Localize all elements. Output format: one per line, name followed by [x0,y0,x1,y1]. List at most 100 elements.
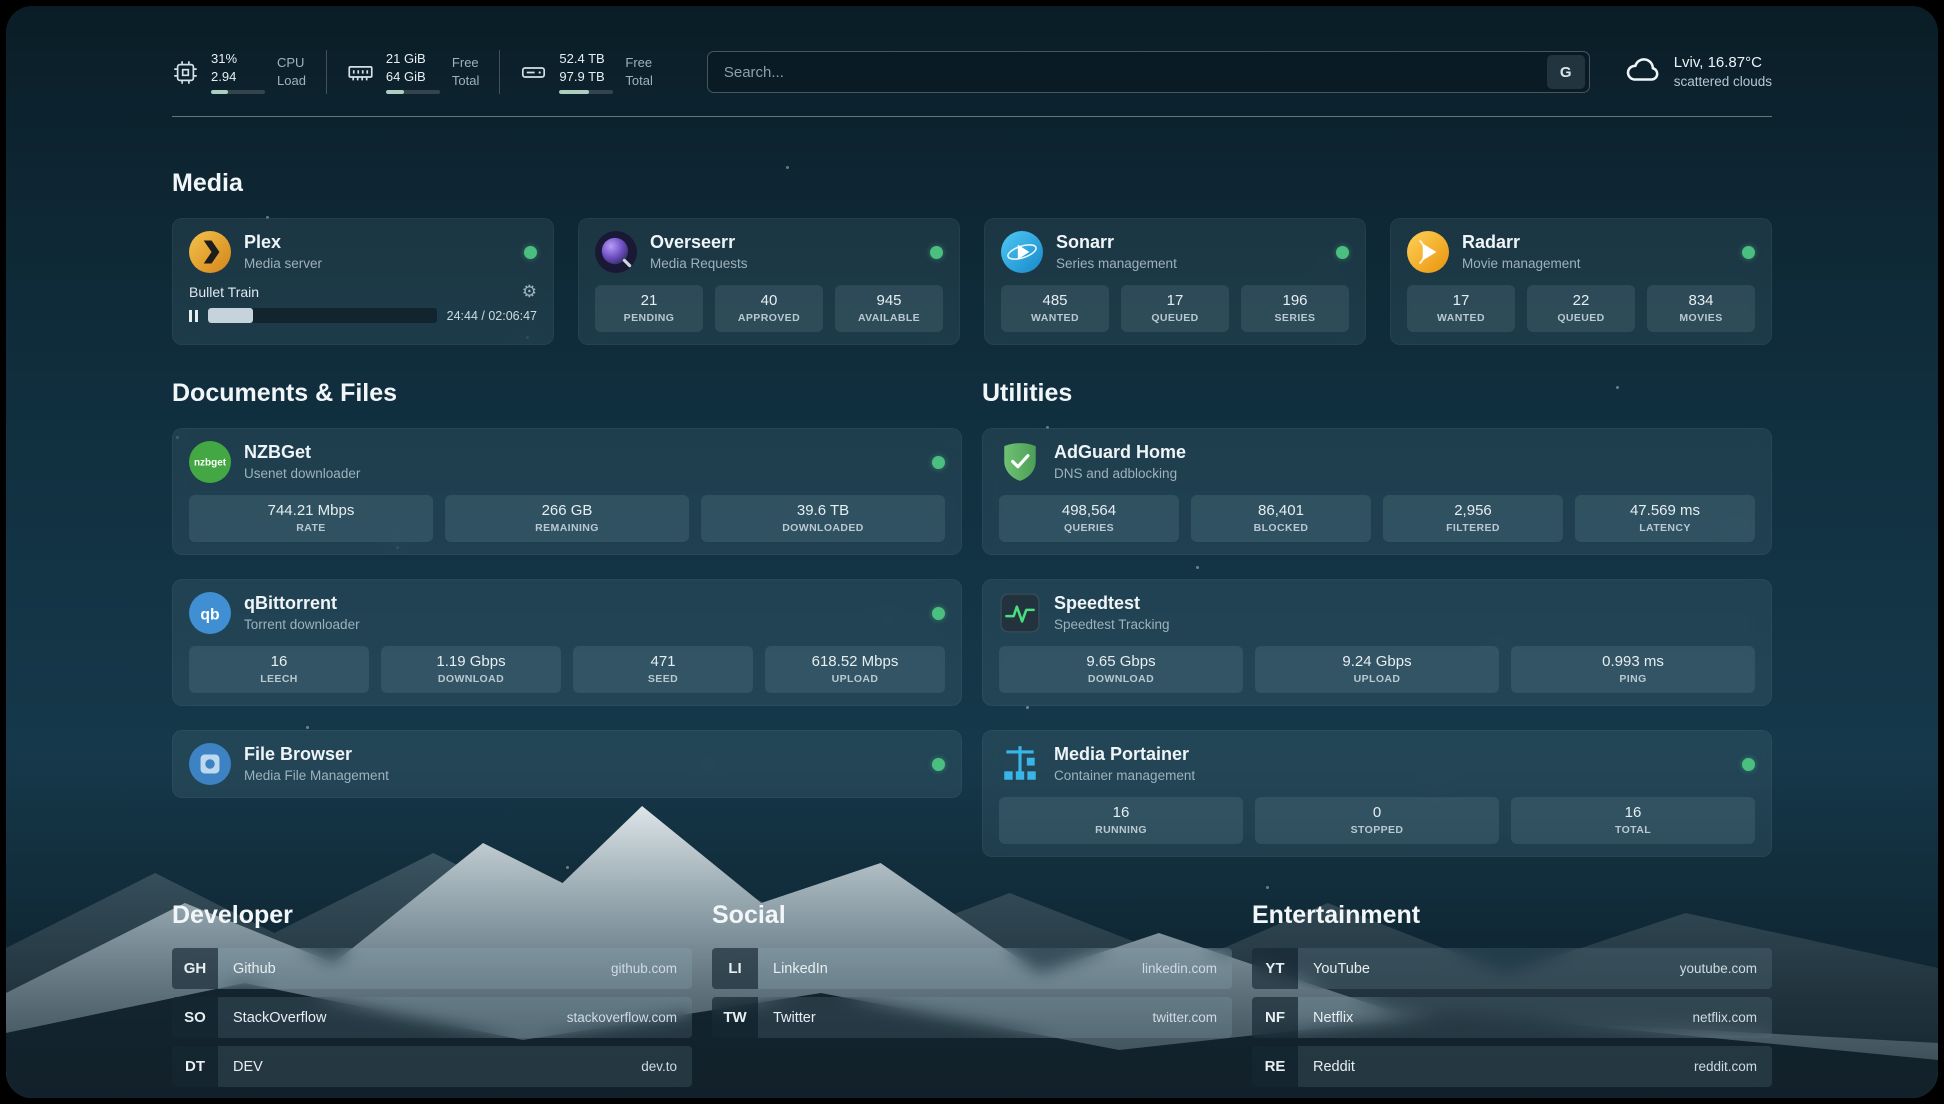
ram-labels: Free Total [452,54,479,89]
stat-label: WANTED [1411,312,1511,324]
cpu-values: 31% 2.94 [211,50,265,93]
stat-box: 485WANTED [1001,285,1109,332]
dashboard-screen: 31% 2.94 CPU Load 21 GiB 64 GiB [6,6,1938,1098]
app-card-radarr[interactable]: Radarr Movie management 17WANTED 22QUEUE… [1390,218,1772,345]
app-subtitle: Movie management [1462,256,1581,273]
bookmark-stackoverflow[interactable]: SO StackOverflow stackoverflow.com [172,997,692,1038]
now-playing-title: Bullet Train [189,284,259,300]
app-card-adguard[interactable]: AdGuard Home DNS and adblocking 498,564Q… [982,428,1772,555]
app-card-plex[interactable]: Plex Media server Bullet Train ⚙ 24:44 /… [172,218,554,345]
app-title: AdGuard Home [1054,441,1186,464]
header-divider [172,116,1772,117]
stat-box: 618.52 Mbps UPLOAD [765,646,945,693]
stat-label: PING [1515,673,1751,685]
stat-box: 9.24 GbpsUPLOAD [1255,646,1499,693]
bookmark-url: reddit.com [1694,1059,1772,1074]
stat-label: UPLOAD [769,673,941,685]
pause-button[interactable] [189,310,198,322]
bookmark-url: linkedin.com [1142,961,1232,976]
app-subtitle: DNS and adblocking [1054,466,1186,483]
stat-box: 17 WANTED [1407,285,1515,332]
app-title: Plex [244,231,322,254]
stat-label: SERIES [1245,312,1345,324]
gear-icon[interactable]: ⚙ [522,283,537,300]
stat-label: BLOCKED [1195,522,1367,534]
status-indicator [1336,246,1349,259]
adguard-icon [999,441,1041,483]
stat-box: 498,564QUERIES [999,495,1179,542]
sonarr-icon [1001,231,1043,273]
app-card-filebrowser[interactable]: File Browser Media File Management [172,730,962,798]
stat-box: 0.993 msPING [1511,646,1755,693]
disk-labels: Free Total [625,54,652,89]
stat-box: 22QUEUED [1527,285,1635,332]
stat-value: 945 [839,292,939,309]
stat-value: 86,401 [1195,502,1367,519]
bookmark-twitter[interactable]: TW Twitter twitter.com [712,997,1232,1038]
app-card-qbittorrent[interactable]: qb qBittorrent Torrent downloader 16LEEC… [172,579,962,706]
app-subtitle: Series management [1056,256,1177,273]
bookmark-reddit[interactable]: RE Reddit reddit.com [1252,1046,1772,1087]
weather-widget[interactable]: Lviv, 16.87°C scattered clouds [1624,51,1772,94]
stat-value: 498,564 [1003,502,1175,519]
stat-label: RATE [193,522,429,534]
app-card-nzbget[interactable]: nzbget NZBGet Usenet downloader 744.21 M… [172,428,962,555]
stat-box: 47.569 msLATENCY [1575,495,1755,542]
ram-progress-bar [386,90,440,94]
stat-label: QUEUED [1531,312,1631,324]
weather-location: Lviv, 16.87°C [1674,52,1772,73]
stat-box: 17QUEUED [1121,285,1229,332]
disk-stat-widget: 52.4 TB 97.9 TB Free Total [499,50,672,93]
section-title-documents: Documents & Files [172,379,962,408]
search-engine-button[interactable]: G [1547,55,1585,89]
stat-box: 2,956FILTERED [1383,495,1563,542]
stat-value: 471 [577,653,749,670]
stat-box: 945AVAILABLE [835,285,943,332]
app-title: Overseerr [650,231,748,254]
bookmark-url: twitter.com [1152,1010,1232,1025]
disk-values: 52.4 TB 97.9 TB [559,50,613,93]
stat-label: WANTED [1005,312,1105,324]
app-subtitle: Media Requests [650,256,748,273]
app-card-speedtest[interactable]: Speedtest Speedtest Tracking 9.65 GbpsDO… [982,579,1772,706]
stat-value: 266 GB [449,502,685,519]
search-input[interactable] [708,55,1547,89]
overseerr-icon [595,231,637,273]
ram-total: 64 GiB [386,68,440,86]
stat-value: 2,956 [1387,502,1559,519]
stat-value: 618.52 Mbps [769,653,941,670]
bookmark-abbr: LI [712,948,758,989]
stat-box: 1.19 GbpsDOWNLOAD [381,646,561,693]
bookmark-netflix[interactable]: NF Netflix netflix.com [1252,997,1772,1038]
app-title: Media Portainer [1054,743,1195,766]
cpu-load-value: 2.94 [211,68,265,86]
nzbget-icon: nzbget [189,441,231,483]
stat-label: LATENCY [1579,522,1751,534]
bookmark-abbr: DT [172,1046,218,1087]
stat-box: 834MOVIES [1647,285,1755,332]
bookmark-name: YouTube [1313,961,1370,977]
stat-value: 744.21 Mbps [193,502,429,519]
bookmark-dev[interactable]: DT DEV dev.to [172,1046,692,1087]
bookmark-linkedin[interactable]: LI LinkedIn linkedin.com [712,948,1232,989]
stat-box: 9.65 GbpsDOWNLOAD [999,646,1243,693]
app-card-overseerr[interactable]: Overseerr Media Requests 21PENDING 40APP… [578,218,960,345]
stat-value: 16 [193,653,365,670]
stat-value: 17 [1125,292,1225,309]
stat-value: 40 [719,292,819,309]
stat-label: PENDING [599,312,699,324]
app-card-sonarr[interactable]: Sonarr Series management 485WANTED 17QUE… [984,218,1366,345]
stat-label: UPLOAD [1259,673,1495,685]
ram-stat-widget: 21 GiB 64 GiB Free Total [326,50,499,93]
bookmark-url: github.com [611,961,692,976]
svg-text:nzbget: nzbget [194,458,227,469]
bookmark-abbr: YT [1252,948,1298,989]
status-indicator [1742,246,1755,259]
stat-label: APPROVED [719,312,819,324]
stat-box: 266 GBREMAINING [445,495,689,542]
stat-box: 16LEECH [189,646,369,693]
bookmark-youtube[interactable]: YT YouTube youtube.com [1252,948,1772,989]
stat-value: 17 [1411,292,1511,309]
app-card-portainer[interactable]: Media Portainer Container management 16R… [982,730,1772,857]
bookmark-github[interactable]: GH Github github.com [172,948,692,989]
